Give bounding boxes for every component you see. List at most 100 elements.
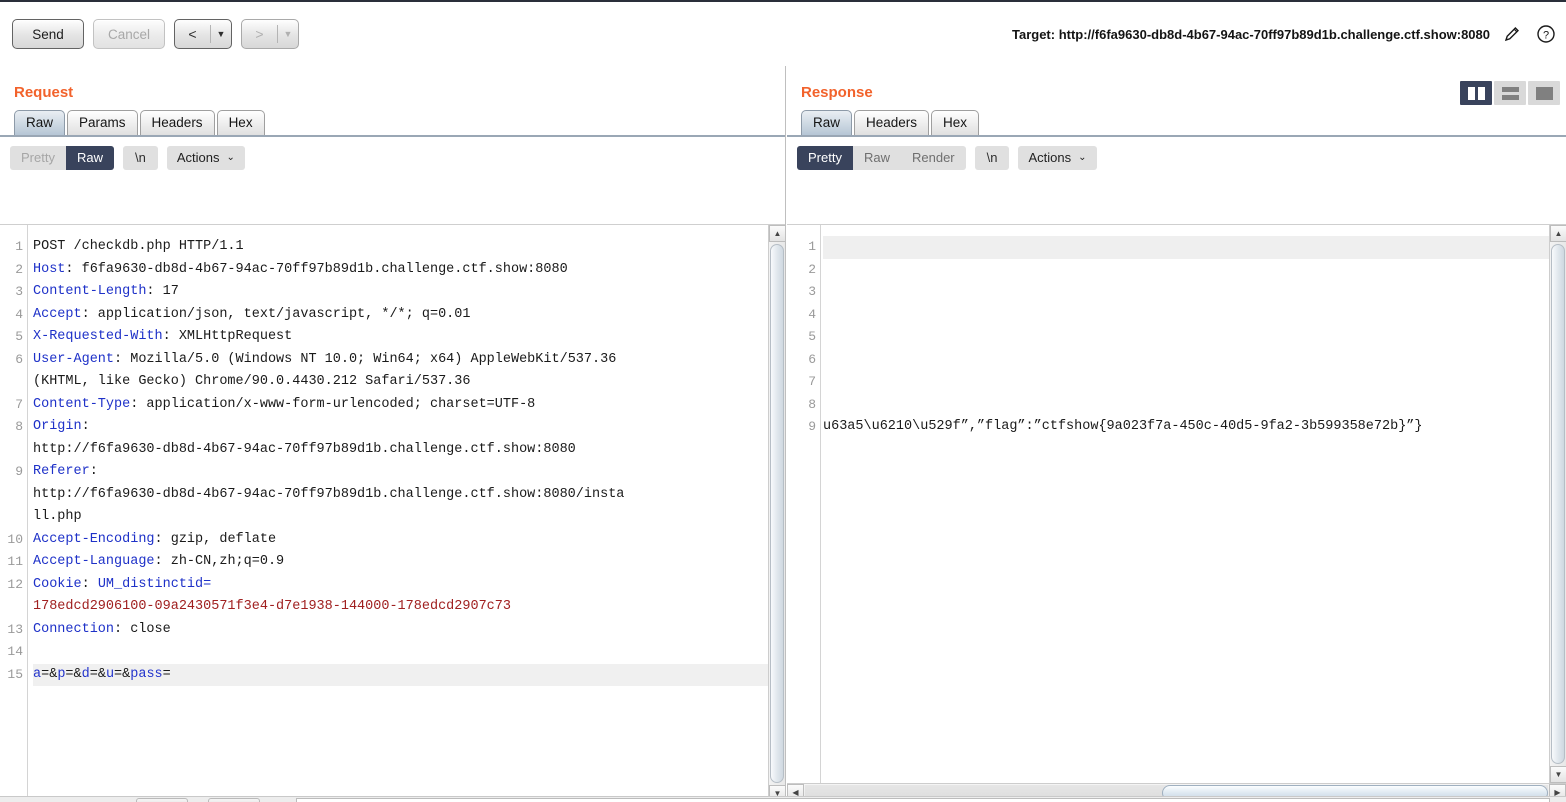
question-mark-icon[interactable]: ? <box>1534 22 1558 46</box>
chevron-down-icon[interactable]: ▼ <box>211 20 231 48</box>
pencil-icon[interactable] <box>1500 22 1524 46</box>
request-editor[interactable]: 123456 78 9 10 11 12 13 14 15 POST /checkdb.… <box>0 224 785 802</box>
code-token: Accept-Language <box>33 554 155 569</box>
layout-split-horizontal-button[interactable] <box>1494 81 1526 105</box>
panels-container: Request Raw Params Headers Hex Pretty Raw \n… <box>0 66 1566 802</box>
request-code-line: 178edcd2906100-09a2430571f3e4-d7e1938-14… <box>33 596 785 619</box>
chevron-down-icon[interactable]: ▼ <box>278 20 298 48</box>
request-panel: Request Raw Params Headers Hex Pretty Raw \n… <box>0 66 786 802</box>
response-line-number: 6 <box>808 351 816 367</box>
code-token: =& <box>114 666 131 682</box>
request-code-content[interactable]: POST /checkdb.php HTTP/1.1 Host: f6fa9630… <box>28 225 785 802</box>
response-line-number: 4 <box>808 306 816 322</box>
response-tab-hex[interactable]: Hex <box>931 110 980 135</box>
scroll-down-arrow-icon[interactable]: ▼ <box>1550 766 1566 783</box>
response-code-line <box>823 236 1566 259</box>
request-tab-headers[interactable]: Headers <box>139 110 215 135</box>
response-line-number: 8 <box>808 396 816 412</box>
code-token: Origin <box>33 419 82 434</box>
response-line-number: 9 <box>808 419 816 434</box>
request-tab-hex[interactable]: Hex <box>216 110 265 135</box>
response-code-line <box>823 281 1566 304</box>
response-panel: Response Raw Headers Hex Pretty Raw Rend… <box>787 66 1566 802</box>
request-tab-raw[interactable]: Raw <box>14 110 66 135</box>
previous-arrow-icon: < <box>188 26 197 42</box>
request-code-line: Accept: application/json, text/javascrip… <box>33 304 785 327</box>
response-vertical-scrollbar[interactable]: ▲ ▼ <box>1549 225 1566 783</box>
chevron-down-icon: ⌄ <box>226 152 235 163</box>
response-actions-menu[interactable]: Actions ⌄ <box>1018 146 1097 170</box>
code-token: : application/json, text/javascript, */*… <box>81 306 471 322</box>
request-line-number: 11 <box>7 554 23 569</box>
code-token: Accept <box>33 306 82 322</box>
code-token: Connection <box>33 621 115 637</box>
previous-request-button[interactable]: < ▼ <box>174 19 232 49</box>
request-line-number <box>0 484 23 507</box>
bottom-partial-toolbar <box>0 796 1566 802</box>
request-line-number <box>0 506 23 529</box>
request-line-number: 4 <box>15 306 23 322</box>
request-vertical-scrollbar[interactable]: ▲ ▼ <box>768 225 785 802</box>
request-vscroll-thumb[interactable] <box>770 244 784 783</box>
response-mode-raw[interactable]: Raw <box>853 146 901 170</box>
response-tabstrip: Raw Headers Hex <box>787 110 1566 137</box>
cancel-button[interactable]: Cancel <box>93 19 165 49</box>
response-code-content[interactable]: u63a5\u6210\u529f”,”flag”:”ctfshow{9a023… <box>821 225 1566 783</box>
toolbar-button-group: Send Cancel < ▼ > ▼ <box>0 19 299 49</box>
response-editor-body: 1 2 3 4 5 6 7 8 9 u63a5\u6210\u529f”,”flag”:”ctf… <box>787 225 1566 783</box>
request-code-line: Accept-Language: zh-CN,zh;q=0.9 <box>33 551 785 574</box>
request-line-number: 2 <box>15 261 23 277</box>
response-actions-label: Actions <box>1028 150 1072 165</box>
bottom-text-field[interactable] <box>296 798 1550 802</box>
request-line-number: 13 <box>7 621 23 637</box>
request-code-line: Content-Type: application/x-www-form-url… <box>33 394 785 417</box>
split-vertical-icon <box>1467 86 1485 100</box>
target-label: Target: http://f6fa9630-db8d-4b67-94ac-7… <box>1011 26 1490 42</box>
response-vscroll-thumb[interactable] <box>1551 244 1565 764</box>
code-token: Cookie <box>33 576 82 592</box>
scroll-up-arrow-icon[interactable]: ▲ <box>1550 225 1566 242</box>
next-request-button[interactable]: > ▼ <box>241 19 299 49</box>
code-token: = <box>162 666 171 682</box>
request-mode-raw[interactable]: Raw <box>65 146 114 170</box>
request-line-number: 5 <box>15 329 23 344</box>
request-tabstrip: Raw Params Headers Hex <box>0 110 785 137</box>
layout-split-vertical-button[interactable] <box>1460 81 1492 105</box>
layout-switch-group <box>1460 81 1560 105</box>
response-tab-headers[interactable]: Headers <box>854 110 930 135</box>
response-code-line <box>823 304 1566 327</box>
response-mode-render[interactable]: Render <box>901 146 966 170</box>
burp-repeater-window: Send Cancel < ▼ > ▼ Target: http://f6fa9… <box>0 0 1566 802</box>
scroll-up-arrow-icon[interactable]: ▲ <box>769 225 785 242</box>
request-newline-toggle[interactable]: \n <box>122 146 158 170</box>
bottom-button-1[interactable] <box>136 798 188 802</box>
send-button[interactable]: Send <box>12 19 84 49</box>
code-token: : zh-CN,zh;q=0.9 <box>154 554 285 569</box>
request-code-line: Origin: <box>33 416 785 439</box>
svg-text:?: ? <box>1543 30 1549 42</box>
response-line-numbers: 1 2 3 4 5 6 7 8 9 <box>787 225 821 783</box>
response-mode-pretty[interactable]: Pretty <box>797 146 853 170</box>
request-line-number: 6 <box>15 351 23 367</box>
code-token: http://f6fa9630-db8d-4b67-94ac-70ff97b89… <box>33 486 625 502</box>
response-line-number: 2 <box>808 261 816 277</box>
request-code-line: Cookie: UM_distinctid= <box>33 574 785 597</box>
request-code-line: POST /checkdb.php HTTP/1.1 <box>33 236 785 259</box>
code-token: =& <box>89 666 106 682</box>
layout-single-pane-button[interactable] <box>1528 81 1560 105</box>
request-code-line: Connection: close <box>33 619 785 642</box>
target-area: Target: http://f6fa9630-db8d-4b67-94ac-7… <box>1012 22 1566 46</box>
response-panel-title: Response <box>801 84 873 101</box>
next-arrow-icon: > <box>255 26 264 42</box>
request-actions-menu[interactable]: Actions ⌄ <box>166 146 245 170</box>
code-token: X-Requested-With <box>33 329 163 344</box>
code-token: : f6fa9630-db8d-4b67-94ac-70ff97b89d1b.c… <box>65 261 568 277</box>
response-tab-raw[interactable]: Raw <box>801 110 853 135</box>
response-newline-toggle[interactable]: \n <box>974 146 1010 170</box>
response-editor[interactable]: 1 2 3 4 5 6 7 8 9 u63a5\u6210\u529f”,”flag”:”ctf… <box>787 224 1566 802</box>
request-tab-params[interactable]: Params <box>67 110 138 135</box>
request-view-mode-group: Pretty Raw <box>10 146 114 170</box>
request-mode-pretty[interactable]: Pretty <box>10 146 66 170</box>
code-token: POST /checkdb.php HTTP/1.1 <box>33 239 244 254</box>
bottom-button-2[interactable] <box>208 798 260 802</box>
